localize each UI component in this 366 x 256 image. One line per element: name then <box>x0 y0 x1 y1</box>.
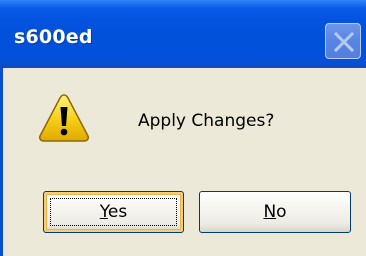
window-title: s600ed <box>14 26 93 48</box>
warning-icon <box>39 94 89 142</box>
no-mnemonic: N <box>263 202 277 222</box>
yes-button-label: Yes <box>100 202 127 222</box>
no-button[interactable]: No <box>199 191 351 233</box>
close-button[interactable] <box>325 23 361 59</box>
no-label-rest: o <box>276 202 287 222</box>
dialog-message: Apply Changes? <box>138 111 275 131</box>
yes-button[interactable]: Yes <box>43 191 184 233</box>
yes-mnemonic: Y <box>99 202 108 222</box>
dialog-body: Apply Changes? Yes No <box>0 68 366 256</box>
yes-label-rest: es <box>107 202 128 222</box>
close-icon <box>333 31 355 53</box>
title-bar[interactable]: s600ed <box>0 0 366 68</box>
no-button-label: No <box>263 202 286 222</box>
dialog-window: s600ed Apply Changes? Yes No <box>0 0 366 256</box>
